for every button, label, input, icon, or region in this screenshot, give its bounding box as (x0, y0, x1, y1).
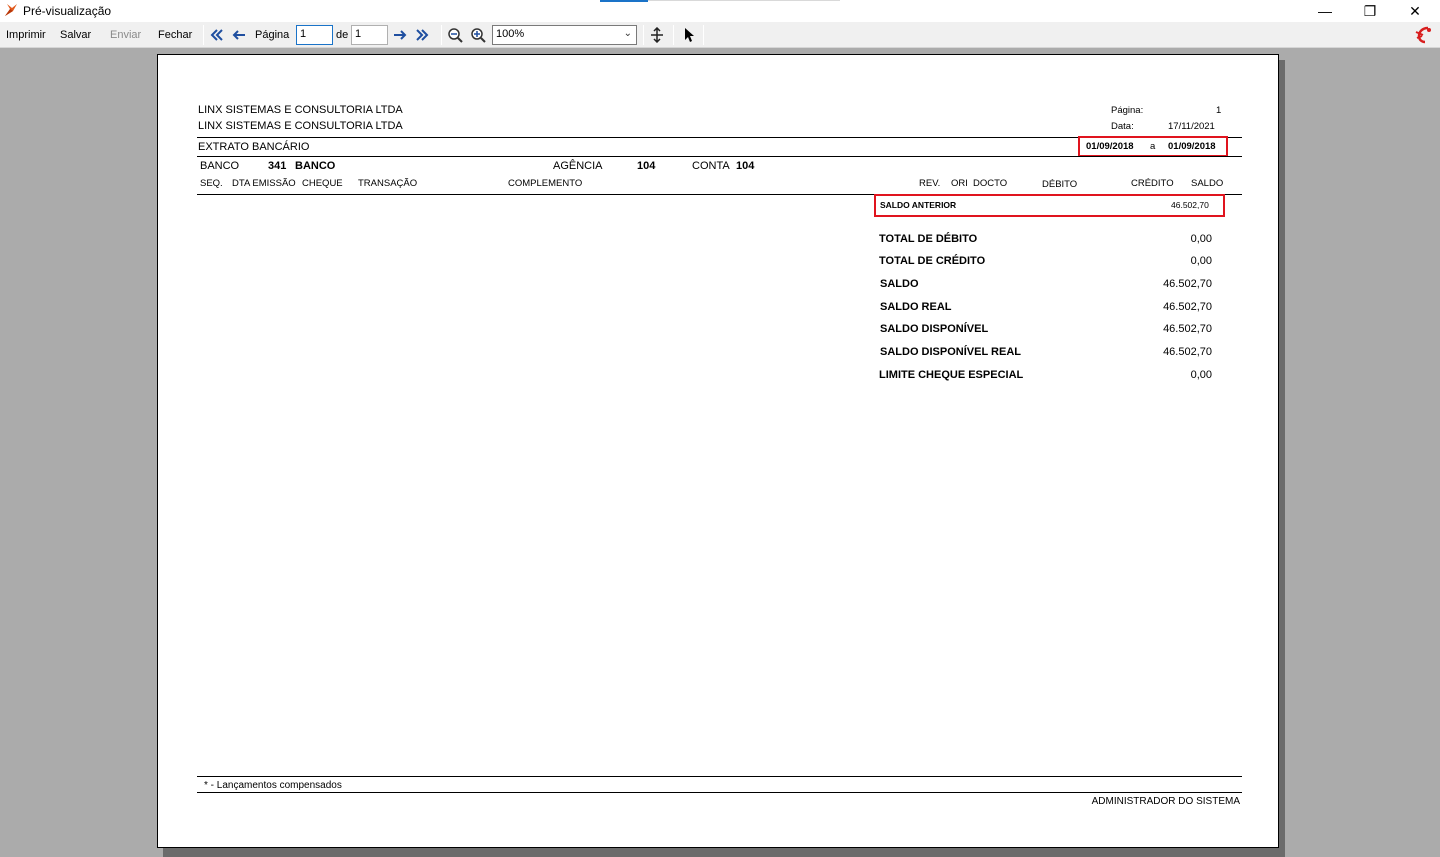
bank-code: 341 (268, 160, 287, 172)
toolbar-separator (703, 25, 704, 45)
title-accent-line (648, 0, 840, 1)
last-page-icon[interactable] (414, 27, 430, 43)
total-value: 46.502,70 (1163, 346, 1212, 358)
footer-note: * - Lançamentos compensados (204, 780, 342, 791)
col-complement: COMPLEMENTO (508, 178, 583, 189)
total-label: TOTAL DE CRÉDITO (879, 255, 986, 267)
footer-user: ADMINISTRADOR DO SISTEMA (1091, 796, 1240, 807)
total-label: TOTAL DE DÉBITO (879, 233, 978, 245)
period-separator: a (1150, 141, 1156, 152)
brand-logo-icon (1415, 26, 1431, 44)
title-bar: Pré-visualização — ❐ ✕ (0, 0, 1440, 22)
col-debit: DÉBITO (1042, 179, 1078, 190)
close-preview-button[interactable]: Fechar (158, 29, 192, 41)
next-page-icon[interactable] (392, 27, 408, 43)
minimize-button[interactable]: — (1302, 0, 1348, 22)
prev-page-icon[interactable] (231, 27, 247, 43)
save-button[interactable]: Salvar (60, 29, 91, 41)
maximize-icon: ❐ (1363, 2, 1377, 19)
report-date-value: 17/11/2021 (1168, 121, 1215, 132)
previous-balance-label: SALDO ANTERIOR (880, 200, 957, 210)
report-title: EXTRATO BANCÁRIO (198, 141, 310, 153)
zoom-select[interactable]: 100% ⌄ (492, 25, 637, 45)
bank-label: BANCO (200, 160, 240, 172)
total-value: 46.502,70 (1163, 278, 1212, 290)
page-number-value: 1 (1216, 105, 1222, 116)
page-number-input[interactable]: 1 (296, 25, 333, 45)
col-seq: SEQ. (200, 178, 223, 189)
company-name-1: LINX SISTEMAS E CONSULTORIA LTDA (198, 104, 403, 116)
footer-divider-top (197, 776, 1242, 777)
footer-divider-bottom (197, 792, 1242, 793)
title-divider (197, 156, 1242, 157)
report-date-label: Data: (1111, 121, 1134, 132)
pointer-icon[interactable] (681, 27, 697, 43)
total-label: SALDO DISPONÍVEL (880, 323, 989, 335)
of-label: de (336, 29, 349, 41)
toolbar: Imprimir Salvar Enviar Fechar Página 1 d… (0, 22, 1440, 48)
col-rev: REV. (919, 178, 941, 189)
company-name-2: LINX SISTEMAS E CONSULTORIA LTDA (198, 120, 403, 132)
toolbar-separator (441, 25, 442, 45)
total-label: SALDO DISPONÍVEL REAL (880, 346, 1021, 358)
close-button[interactable]: ✕ (1392, 0, 1438, 22)
title-accent (600, 0, 648, 2)
window-title: Pré-visualização (23, 4, 112, 18)
maximize-button[interactable]: ❐ (1347, 0, 1393, 22)
close-icon: ✕ (1409, 2, 1421, 19)
total-label: SALDO REAL (880, 301, 952, 313)
col-transaction: TRANSAÇÃO (358, 178, 418, 189)
move-icon[interactable] (649, 27, 665, 43)
period-start: 01/09/2018 (1086, 141, 1134, 152)
account-label: CONTA (692, 160, 730, 172)
period-end: 01/09/2018 (1168, 141, 1216, 152)
total-value: 0,00 (1190, 369, 1212, 381)
bank-name: BANCO (295, 160, 336, 172)
print-button[interactable]: Imprimir (6, 29, 46, 41)
agency-value: 104 (637, 160, 656, 172)
toolbar-separator (203, 25, 204, 45)
page-number-label: Página: (1111, 105, 1144, 116)
account-value: 104 (736, 160, 755, 172)
previous-balance-value: 46.502,70 (1171, 200, 1209, 210)
toolbar-separator (673, 25, 674, 45)
total-value: 0,00 (1190, 255, 1212, 267)
toolbar-separator (643, 25, 644, 45)
total-value: 46.502,70 (1163, 323, 1212, 335)
total-label: LIMITE CHEQUE ESPECIAL (879, 369, 1024, 381)
total-value: 46.502,70 (1163, 301, 1212, 313)
agency-label: AGÊNCIA (553, 160, 603, 172)
page-label: Página (255, 29, 290, 41)
col-doc: DOCTO (973, 178, 1008, 189)
col-credit: CRÉDITO (1131, 178, 1174, 189)
zoom-in-icon[interactable] (470, 27, 486, 43)
col-balance: SALDO (1191, 178, 1224, 189)
send-button[interactable]: Enviar (110, 29, 141, 41)
total-label: SALDO (880, 278, 919, 290)
minimize-icon: — (1318, 3, 1332, 19)
zoom-out-icon[interactable] (447, 27, 463, 43)
app-logo-icon (5, 4, 17, 16)
col-emission: DTA EMISSÃO (232, 178, 296, 189)
report-page: LINX SISTEMAS E CONSULTORIA LTDA LINX SI… (157, 54, 1279, 848)
total-value: 0,00 (1190, 233, 1212, 245)
col-ori: ORI (951, 178, 968, 189)
col-check: CHEQUE (302, 178, 343, 189)
zoom-value: 100% (496, 28, 525, 40)
chevron-down-icon: ⌄ (623, 28, 632, 39)
first-page-icon[interactable] (209, 27, 225, 43)
total-pages-field: 1 (351, 25, 388, 45)
